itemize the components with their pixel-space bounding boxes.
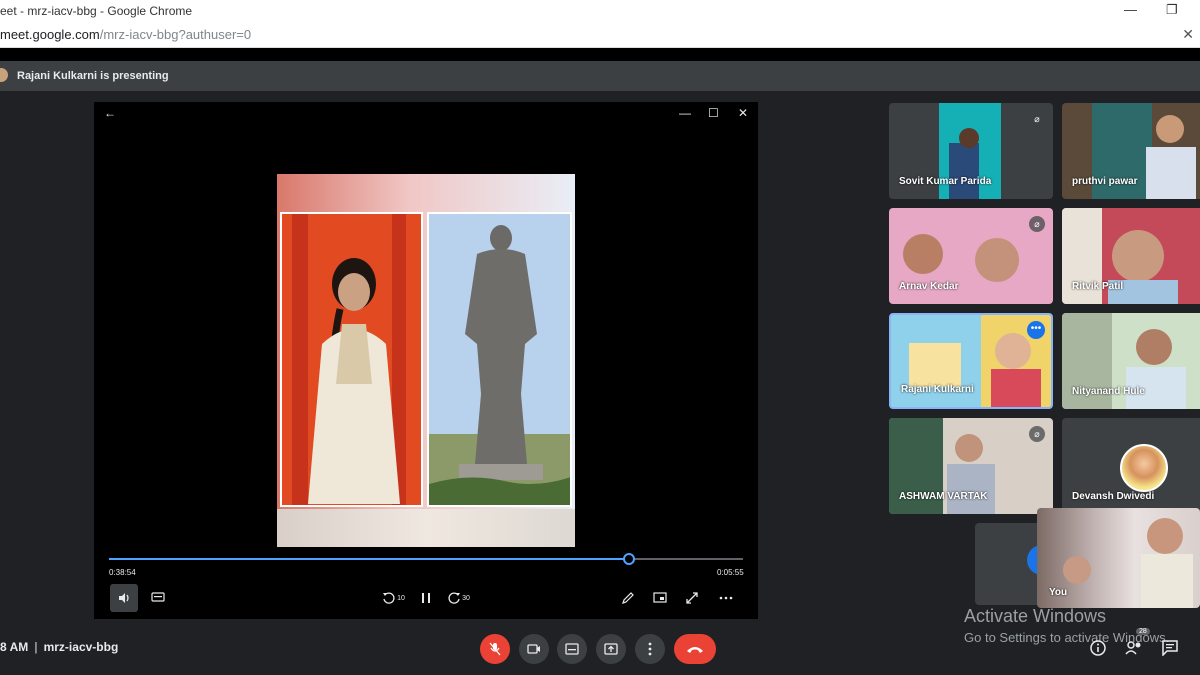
address-bar[interactable]: meet.google.com/mrz-iacv-bbg?authuser=0 … [0,22,1200,48]
participant-tile[interactable]: ⌀ Arnav Kedar [889,208,1053,304]
pencil-icon[interactable] [614,584,642,612]
forward-label: 30 [462,594,470,602]
player-minimize-button[interactable]: — [679,106,691,120]
info-icon[interactable] [1090,640,1106,660]
statue-photo [427,212,572,507]
participant-tile[interactable]: ⌀ Sovit Kumar Parida [889,103,1053,199]
player-close-button[interactable]: ✕ [738,106,748,120]
participant-name: Ritvik Patil [1072,281,1124,292]
minimize-window-button[interactable]: — [1124,2,1137,17]
player-maximize-button[interactable]: ☐ [708,106,719,120]
pause-icon[interactable] [412,584,440,612]
rewind-10-icon[interactable]: 10 [379,584,407,612]
activate-windows-title: Activate Windows [964,606,1107,626]
separator: | [34,640,38,654]
leave-call-button[interactable] [674,634,716,664]
forward-30-icon[interactable]: 30 [444,584,472,612]
participant-tile[interactable]: ⌀ ASHWAM VARTAK [889,418,1053,514]
url-path: /mrz-iacv-bbg?authuser=0 [99,27,252,42]
elapsed-time: 0:38:54 [109,568,136,577]
self-view-tile[interactable]: You [1037,508,1200,608]
clock-time: 8 AM [0,640,29,654]
picture-in-picture-icon[interactable] [646,584,674,612]
seek-progress [109,558,629,560]
back-arrow-icon[interactable]: ← [104,106,116,120]
rewind-label: 10 [397,594,405,602]
participant-name: Devansh Dwivedi [1072,491,1155,502]
mic-off-icon: ⌀ [1029,426,1045,442]
address-close-icon[interactable]: ✕ [1182,26,1194,43]
participant-count-badge: 28 [1136,628,1150,635]
seek-bar[interactable] [109,553,743,565]
mic-toggle-button[interactable] [480,634,510,664]
participant-name: Arnav Kedar [899,281,959,292]
participant-name: ASHWAM VARTAK [899,491,988,502]
girl-photo [280,212,423,507]
people-icon[interactable] [1125,640,1143,660]
participant-name: Rajani Kulkarni [901,384,974,395]
more-options-button[interactable] [635,634,665,664]
participant-name: Sovit Kumar Parida [899,176,992,187]
more-options-icon[interactable] [712,584,740,612]
url-host: meet.google.com [0,27,100,42]
fullscreen-icon[interactable] [678,584,706,612]
presenting-banner: Rajani Kulkarni is presenting [0,61,1200,91]
participant-name: pruthvi pawar [1072,176,1138,187]
more-options-icon[interactable]: ••• [1027,321,1045,339]
meeting-info: 8 AM | mrz-iacv-bbg [0,640,118,654]
volume-icon[interactable] [110,584,138,612]
mic-off-icon: ⌀ [1029,216,1045,232]
window-title: eet - mrz-iacv-bbg - Google Chrome [0,4,193,18]
participant-name: Nityanand Hule [1072,386,1145,397]
seek-handle[interactable] [622,553,635,565]
presenting-text: Rajani Kulkarni is presenting [17,70,169,82]
captions-button[interactable] [557,634,587,664]
participant-tile-small[interactable] [975,523,1047,605]
participant-tile[interactable]: Devansh Dwivedi [1062,418,1200,514]
url-text[interactable]: meet.google.com/mrz-iacv-bbg?authuser=0 [0,27,251,42]
divider [0,48,1200,61]
total-time: 0:05:55 [717,568,744,577]
frame-bottom-band [277,509,575,547]
participant-tile[interactable]: Ritvik Patil [1062,208,1200,304]
participant-tile[interactable]: Nityanand Hule [1062,313,1200,409]
video-frame [277,174,575,547]
self-name: You [1049,587,1068,598]
presenter-avatar [0,68,8,82]
restore-window-button[interactable]: ❐ [1166,2,1178,18]
mic-off-icon: ⌀ [1029,111,1045,127]
participant-tile-active[interactable]: ••• Rajani Kulkarni [889,313,1053,409]
presentation-player: ← — ☐ ✕ 0:38:54 0:05:55 10 30 [94,102,758,619]
avatar [1120,444,1168,492]
present-now-button[interactable] [596,634,626,664]
chat-icon[interactable] [1162,640,1178,660]
browser-title-bar: eet - mrz-iacv-bbg - Google Chrome — ❐ [0,0,1200,22]
participant-tile[interactable]: pruthvi pawar [1062,103,1200,199]
meeting-code: mrz-iacv-bbg [43,640,119,654]
captions-icon[interactable] [144,584,172,612]
camera-toggle-button[interactable] [519,634,549,664]
